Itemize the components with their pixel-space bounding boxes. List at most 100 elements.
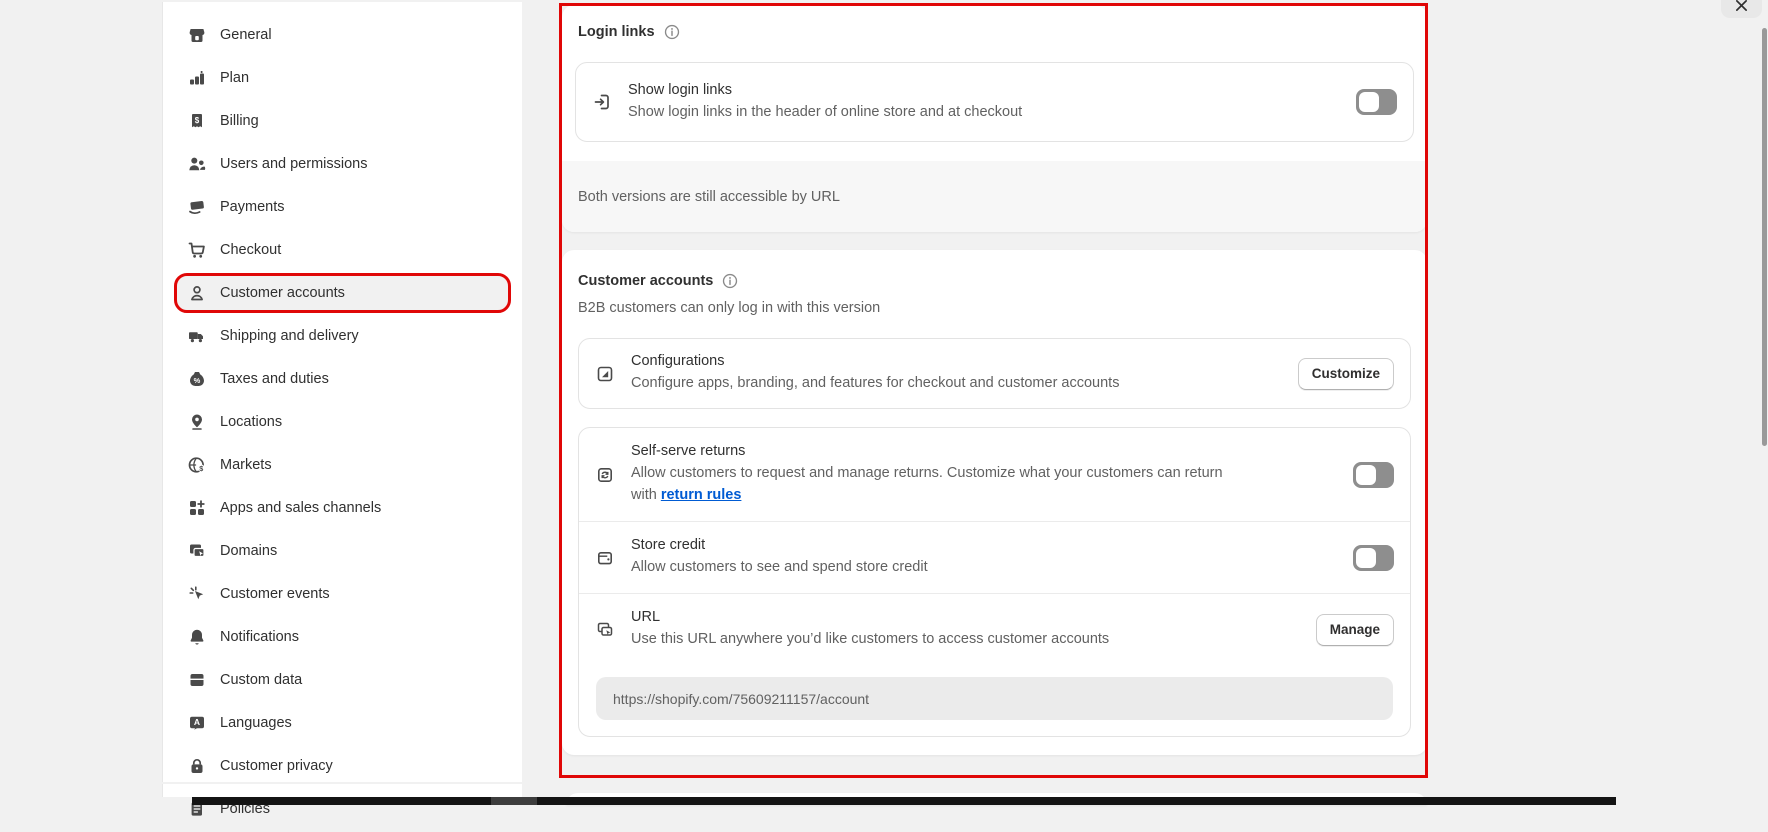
store-credit-toggle[interactable] — [1353, 545, 1394, 571]
languages-icon: A — [187, 713, 207, 733]
vertical-scrollbar[interactable] — [1762, 28, 1767, 446]
sidebar-item-label: General — [220, 27, 272, 43]
svg-text:%: % — [194, 376, 201, 385]
users-icon — [187, 154, 207, 174]
store-credit-row: Store credit Allow customers to see and … — [579, 521, 1410, 593]
sidebar-item-label: Languages — [220, 715, 292, 731]
store-credit-description: Allow customers to see and spend store c… — [631, 556, 928, 578]
sidebar-item-taxes-and-duties[interactable]: % Taxes and duties — [163, 362, 522, 402]
info-icon[interactable] — [663, 23, 681, 41]
sidebar-item-apps-and-sales-channels[interactable]: Apps and sales channels — [163, 491, 522, 531]
checkout-cart-icon — [187, 240, 207, 260]
apps-icon — [187, 498, 207, 518]
sidebar-item-label: Users and permissions — [220, 156, 367, 172]
account-features-card: Self-serve returns Allow customers to re… — [578, 427, 1411, 737]
markets-globe-icon: $ — [187, 455, 207, 475]
login-links-footer: Both versions are still accessible by UR… — [562, 161, 1427, 232]
self-serve-returns-description: Allow customers to request and manage re… — [631, 462, 1251, 506]
url-title: URL — [631, 609, 1109, 625]
sidebar-item-domains[interactable]: Domains — [163, 534, 522, 574]
sidebar-item-users-and-permissions[interactable]: Users and permissions — [163, 147, 522, 187]
show-login-links-description: Show login links in the header of online… — [628, 101, 1022, 123]
sidebar-item-label: Customer events — [220, 586, 330, 602]
close-button[interactable] — [1721, 0, 1762, 18]
sidebar-item-label: Customer accounts — [220, 285, 345, 301]
url-row: URL Use this URL anywhere you’d like cus… — [579, 593, 1410, 665]
sidebar-item-label: Locations — [220, 414, 282, 430]
custom-data-icon — [187, 670, 207, 690]
sidebar-item-billing[interactable]: $ Billing — [163, 104, 522, 144]
sidebar-item-label: Payments — [220, 199, 284, 215]
svg-text:$: $ — [195, 116, 200, 125]
account-url-field[interactable]: https://shopify.com/75609211157/account — [596, 677, 1393, 720]
manage-button[interactable]: Manage — [1316, 614, 1394, 646]
bottom-bar-segment — [491, 797, 537, 805]
sidebar-item-label: Checkout — [220, 242, 281, 258]
settings-sidebar: General Plan $ Billing Users and permissions… — [162, 2, 522, 782]
sidebar-item-custom-data[interactable]: Custom data — [163, 663, 522, 703]
sidebar-item-checkout[interactable]: Checkout — [163, 233, 522, 273]
customer-accounts-section: Customer accounts B2B customers can only… — [562, 250, 1427, 755]
sidebar-item-customer-events[interactable]: Customer events — [163, 577, 522, 617]
sidebar-item-shipping-and-delivery[interactable]: Shipping and delivery — [163, 319, 522, 359]
sidebar-item-customer-privacy[interactable]: Customer privacy — [163, 749, 522, 789]
shopify-settings-page: { "colors":{ "page_background":"#f1f1f1"… — [0, 0, 1768, 805]
svg-text:A: A — [194, 717, 200, 727]
sidebar-item-locations[interactable]: Locations — [163, 405, 522, 445]
sidebar-item-plan[interactable]: Plan — [163, 61, 522, 101]
plan-icon — [187, 68, 207, 88]
login-links-title: Login links — [578, 24, 655, 40]
customize-button[interactable]: Customize — [1298, 358, 1394, 390]
store-credit-icon — [595, 548, 615, 568]
customer-events-icon — [187, 584, 207, 604]
footer-note: Both versions are still accessible by UR… — [578, 189, 840, 205]
sidebar-item-label: Markets — [220, 457, 272, 473]
domains-icon — [187, 541, 207, 561]
sidebar-item-payments[interactable]: Payments — [163, 190, 522, 230]
sidebar-item-label: Shipping and delivery — [220, 328, 359, 344]
url-icon — [595, 620, 615, 640]
self-serve-returns-toggle[interactable] — [1353, 462, 1394, 488]
privacy-lock-icon — [187, 756, 207, 776]
configurations-card: Configurations Configure apps, branding,… — [578, 338, 1411, 409]
sidebar-item-label: Plan — [220, 70, 249, 86]
settings-nav-list: General Plan $ Billing Users and permissions… — [163, 18, 522, 832]
sidebar-item-languages[interactable]: A Languages — [163, 706, 522, 746]
info-icon[interactable] — [721, 272, 739, 290]
notifications-bell-icon — [187, 627, 207, 647]
close-icon — [1735, 0, 1748, 15]
bottom-bar — [192, 797, 1616, 805]
sidebar-item-label: Apps and sales channels — [220, 500, 381, 516]
sidebar-item-customer-accounts[interactable]: Customer accounts — [163, 276, 522, 316]
store-icon — [187, 25, 207, 45]
customer-accounts-icon — [187, 283, 207, 303]
show-login-links-toggle[interactable] — [1356, 89, 1397, 115]
return-rules-link[interactable]: return rules — [661, 487, 742, 503]
svg-text:$: $ — [199, 464, 203, 473]
sidebar-item-markets[interactable]: $ Markets — [163, 448, 522, 488]
sidebar-item-label: Notifications — [220, 629, 299, 645]
taxes-icon: % — [187, 369, 207, 389]
sidebar-continuation — [162, 784, 522, 797]
configurations-description: Configure apps, branding, and features f… — [631, 372, 1119, 394]
show-login-links-title: Show login links — [628, 82, 1022, 98]
show-login-links-card: Show login links Show login links in the… — [575, 62, 1414, 142]
sidebar-item-notifications[interactable]: Notifications — [163, 620, 522, 660]
configurations-title: Configurations — [631, 353, 1119, 369]
configurations-icon — [595, 364, 615, 384]
sidebar-item-label: Taxes and duties — [220, 371, 329, 387]
url-description: Use this URL anywhere you’d like custome… — [631, 628, 1109, 650]
billing-icon: $ — [187, 111, 207, 131]
sidebar-item-label: Custom data — [220, 672, 302, 688]
payments-icon — [187, 197, 207, 217]
shipping-truck-icon — [187, 326, 207, 346]
sidebar-item-label: Billing — [220, 113, 259, 129]
sidebar-item-label: Customer privacy — [220, 758, 333, 774]
customer-accounts-subtitle: B2B customers can only log in with this … — [578, 300, 1411, 316]
sidebar-item-general[interactable]: General — [163, 18, 522, 58]
store-credit-title: Store credit — [631, 537, 928, 553]
locations-pin-icon — [187, 412, 207, 432]
self-serve-returns-row: Self-serve returns Allow customers to re… — [579, 428, 1410, 521]
login-icon — [592, 92, 612, 112]
login-links-section: Login links Show login links Show login … — [562, 5, 1427, 232]
